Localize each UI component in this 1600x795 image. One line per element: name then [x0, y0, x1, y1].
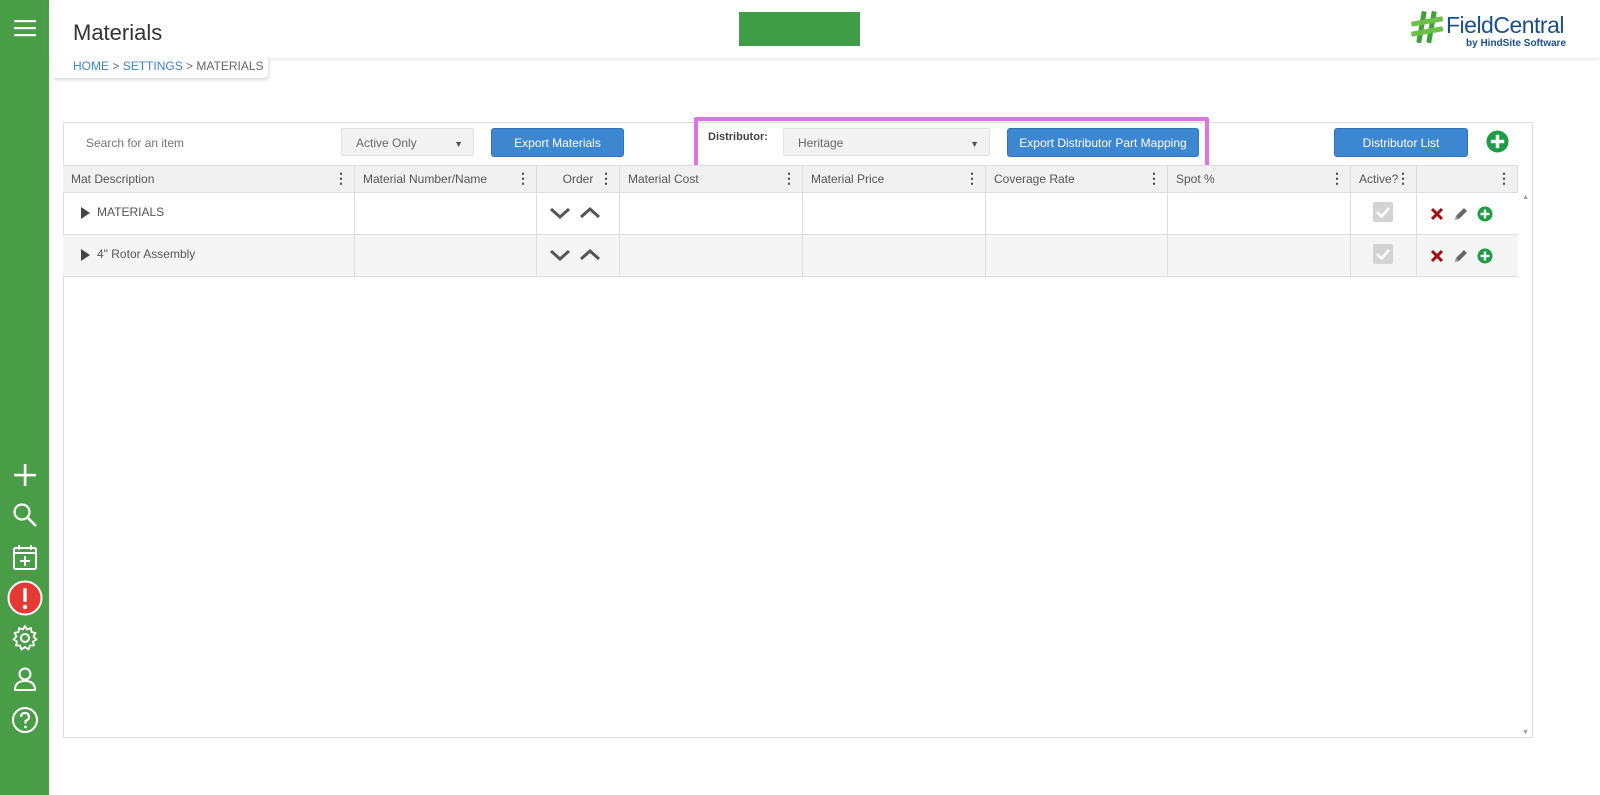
page-title: Materials	[73, 20, 163, 45]
column-menu-icon[interactable]: ⋮	[965, 171, 979, 185]
breadcrumb-separator: >	[182, 59, 197, 73]
column-menu-icon[interactable]: ⋮	[1396, 171, 1410, 185]
active-checkbox[interactable]	[1373, 202, 1393, 222]
delete-icon[interactable]	[1429, 206, 1445, 222]
banner-image	[739, 12, 860, 46]
scroll-up-icon[interactable]: ▲	[1522, 194, 1529, 201]
column-menu-icon[interactable]: ⋮	[334, 171, 348, 185]
spot-percent-cell	[1168, 193, 1351, 234]
status-filter-value: Active Only	[356, 136, 417, 150]
highlight-box	[694, 117, 1209, 170]
breadcrumb-current: MATERIALS	[196, 59, 264, 73]
logo-mark-icon	[1411, 11, 1444, 44]
plus-icon[interactable]	[7, 457, 43, 493]
delete-icon[interactable]	[1429, 248, 1445, 264]
material-number-cell	[355, 235, 537, 276]
table-row[interactable]: MATERIALS	[63, 193, 1518, 235]
dropdown-caret-icon: ▼	[454, 139, 463, 149]
fieldcentral-logo: FieldCentral by HindSite Software	[1410, 10, 1570, 50]
search-input[interactable]	[78, 131, 318, 155]
coverage-rate-cell	[986, 235, 1168, 276]
column-menu-icon[interactable]: ⋮	[1497, 171, 1511, 185]
active-cell	[1351, 235, 1417, 276]
export-materials-button[interactable]: Export Materials	[491, 128, 624, 157]
material-cost-cell	[620, 235, 803, 276]
checkmark-icon	[1376, 207, 1390, 219]
column-header[interactable]: Order ⋮	[537, 166, 620, 193]
gear-icon[interactable]	[7, 620, 43, 656]
sidebar	[0, 0, 49, 795]
expand-arrow-icon[interactable]	[81, 207, 90, 219]
breadcrumb: HOME > SETTINGS > MATERIALS	[52, 57, 268, 78]
column-header[interactable]: Spot % ⋮	[1168, 166, 1351, 193]
column-menu-icon[interactable]: ⋮	[599, 171, 613, 185]
table-header: Mat Description ⋮ Material Number/Name ⋮ O…	[63, 165, 1518, 193]
menu-icon[interactable]	[7, 10, 43, 46]
column-header[interactable]: Material Price ⋮	[803, 166, 986, 193]
column-menu-icon[interactable]: ⋮	[782, 171, 796, 185]
order-cell	[537, 193, 620, 234]
actions-cell	[1417, 193, 1518, 234]
add-child-icon[interactable]	[1477, 248, 1493, 264]
calendar-add-icon[interactable]	[7, 539, 43, 575]
scroll-down-icon[interactable]: ▼	[1522, 729, 1529, 736]
logo-text: FieldCentral	[1446, 12, 1565, 38]
description-cell: MATERIALS	[63, 193, 355, 234]
column-menu-icon[interactable]: ⋮	[1147, 171, 1161, 185]
move-up-icon[interactable]	[579, 247, 601, 263]
search-icon[interactable]	[7, 497, 43, 533]
breadcrumb-settings[interactable]: SETTINGS	[123, 59, 183, 73]
table-scrollbar[interactable]: ▲ ▼	[1519, 194, 1531, 736]
row-description: 4" Rotor Assembly	[97, 247, 196, 261]
column-header[interactable]: Material Number/Name ⋮	[355, 166, 537, 193]
column-menu-icon[interactable]: ⋮	[516, 171, 530, 185]
breadcrumb-separator: >	[109, 59, 123, 73]
active-cell	[1351, 193, 1417, 234]
column-header[interactable]: Active? ⋮	[1351, 166, 1417, 193]
move-up-icon[interactable]	[579, 205, 601, 221]
alert-icon[interactable]	[7, 580, 43, 616]
status-filter-select[interactable]: Active Only ▼	[341, 128, 474, 156]
actions-cell	[1417, 235, 1518, 276]
checkmark-icon	[1376, 249, 1390, 261]
order-cell	[537, 235, 620, 276]
row-description: MATERIALS	[97, 205, 165, 219]
distributor-list-button[interactable]: Distributor List	[1334, 128, 1468, 157]
material-price-cell	[803, 235, 986, 276]
column-header[interactable]: Material Cost ⋮	[620, 166, 803, 193]
column-header[interactable]: Coverage Rate ⋮	[986, 166, 1168, 193]
spot-percent-cell	[1168, 235, 1351, 276]
column-menu-icon[interactable]: ⋮	[1330, 171, 1344, 185]
expand-arrow-icon[interactable]	[81, 249, 90, 261]
move-down-icon[interactable]	[549, 205, 571, 221]
edit-pencil-icon[interactable]	[1453, 206, 1469, 222]
move-down-icon[interactable]	[549, 247, 571, 263]
description-cell: 4" Rotor Assembly	[63, 235, 355, 276]
column-header[interactable]: ⋮	[1417, 166, 1518, 193]
coverage-rate-cell	[986, 193, 1168, 234]
breadcrumb-home[interactable]: HOME	[73, 59, 109, 73]
material-cost-cell	[620, 193, 803, 234]
edit-pencil-icon[interactable]	[1453, 248, 1469, 264]
table-row[interactable]: 4" Rotor Assembly	[63, 235, 1518, 277]
user-icon[interactable]	[7, 661, 43, 697]
add-material-icon[interactable]	[1486, 130, 1509, 153]
logo-subtitle: by HindSite Software	[1466, 38, 1567, 49]
add-child-icon[interactable]	[1477, 206, 1493, 222]
help-icon[interactable]	[7, 702, 43, 738]
page-header: Materials FieldCentral by HindSite Softw…	[49, 0, 1600, 58]
material-number-cell	[355, 193, 537, 234]
active-checkbox[interactable]	[1373, 244, 1393, 264]
material-price-cell	[803, 193, 986, 234]
column-header[interactable]: Mat Description ⋮	[63, 166, 355, 193]
